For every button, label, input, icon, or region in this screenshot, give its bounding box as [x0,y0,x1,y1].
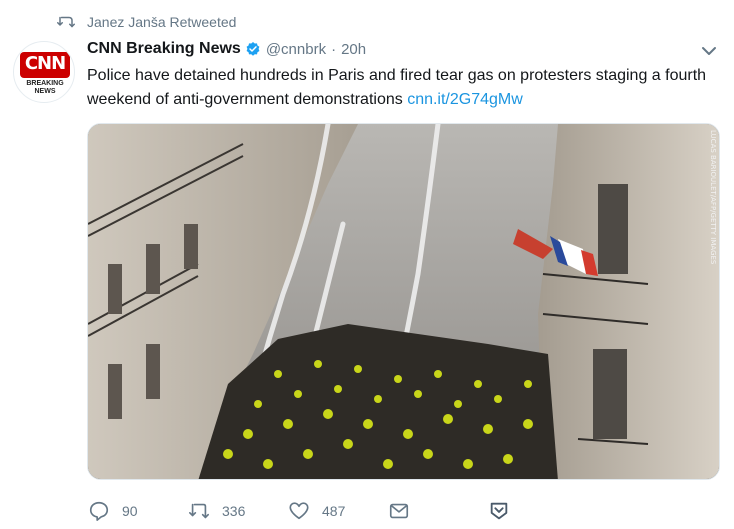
header-separator: · [331,40,337,58]
protest-photo-illustration [88,124,719,479]
retweet-icon [57,16,75,28]
cnn-logo-subtitle-line2: NEWS [34,88,56,95]
tweet-body: Police have detained hundreds in Paris a… [87,67,707,108]
reply-icon [89,501,109,521]
retweet-context-text[interactable]: Janez Janša Retweeted [87,14,236,30]
direct-message-button[interactable] [388,498,410,524]
message-icon [389,503,409,519]
like-count: 487 [322,503,346,519]
tweet-photo[interactable] [87,123,720,480]
tweet-timestamp[interactable]: 20h [341,41,366,58]
cnn-logo-subtitle-line1: BREAKING [26,80,64,87]
tweet-text: Police have detained hundreds in Paris a… [87,64,727,112]
retweet-button[interactable]: 336 [188,498,245,524]
verified-badge-icon [246,42,260,56]
cnn-logo-text: CNN [24,53,66,74]
chevron-down-icon[interactable] [700,44,718,58]
cnn-logo-subtitle: BREAKING NEWS [14,80,74,96]
reply-button[interactable]: 90 [88,498,138,524]
tweet-link[interactable]: cnn.it/2G74gMw [407,91,523,108]
author-handle[interactable]: @cnnbrk [266,41,326,58]
like-button[interactable]: 487 [288,498,345,524]
bookmark-button[interactable] [488,498,510,524]
retweet-icon [189,503,209,519]
bookmark-icon [490,502,508,520]
avatar[interactable]: CNN BREAKING NEWS [13,41,75,103]
tweet-header: CNN Breaking News @cnnbrk · 20h [87,38,366,60]
photo-credit: LUCAS BARIOULET/AFP/GETTY IMAGES [705,128,719,278]
retweet-count: 336 [222,503,246,519]
tweet-actions: 90 336 487 [88,498,518,524]
photo-credit-text: LUCAS BARIOULET/AFP/GETTY IMAGES [709,130,717,265]
author-name[interactable]: CNN Breaking News [87,40,241,58]
reply-count: 90 [122,503,138,519]
like-icon [289,502,309,520]
